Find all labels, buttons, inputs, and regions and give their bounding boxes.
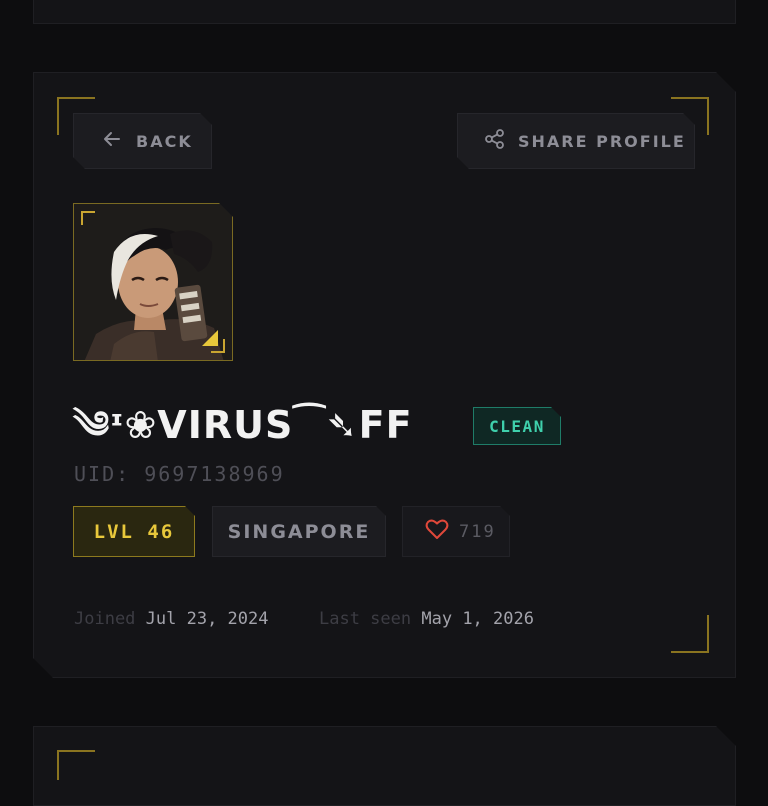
avatar: [73, 203, 233, 361]
uid-value: 9697138969: [144, 462, 285, 486]
share-label: SHARE PROFILE: [518, 131, 686, 151]
uid-label: UID:: [74, 462, 131, 486]
joined-date: Jul 23, 2024: [145, 609, 269, 629]
last-seen-date: May 1, 2026: [421, 609, 534, 629]
uid-text: UID: 9697138969: [74, 460, 285, 488]
corner-bracket-bottom-right: [671, 615, 709, 653]
status-badge: CLEAN: [473, 407, 561, 445]
region-badge: SINGAPORE: [212, 506, 386, 557]
arrow-left-icon: [102, 129, 122, 153]
likes-button[interactable]: 719: [402, 506, 510, 557]
previous-card: [33, 0, 736, 24]
likes-count: 719: [459, 521, 496, 542]
player-name: ༄ᶦ❀VIRUS⁀➴FF: [73, 403, 413, 447]
back-label: BACK: [136, 131, 193, 151]
last-seen-label: Last seen: [319, 609, 412, 629]
back-button[interactable]: BACK: [73, 113, 212, 169]
level-badge: LVL 46: [73, 506, 195, 557]
share-profile-button[interactable]: SHARE PROFILE: [457, 113, 695, 169]
avatar-corner-top-left: [81, 211, 95, 225]
heart-icon: [425, 518, 449, 545]
activity-info: Joined Jul 23, 2024 Last seen May 1, 202…: [74, 607, 534, 631]
share-icon: [484, 128, 506, 154]
avatar-corner-bottom-right: [211, 339, 225, 353]
corner-bracket-next-card: [57, 750, 95, 780]
next-card: [33, 726, 736, 806]
joined-label: Joined: [74, 609, 136, 629]
